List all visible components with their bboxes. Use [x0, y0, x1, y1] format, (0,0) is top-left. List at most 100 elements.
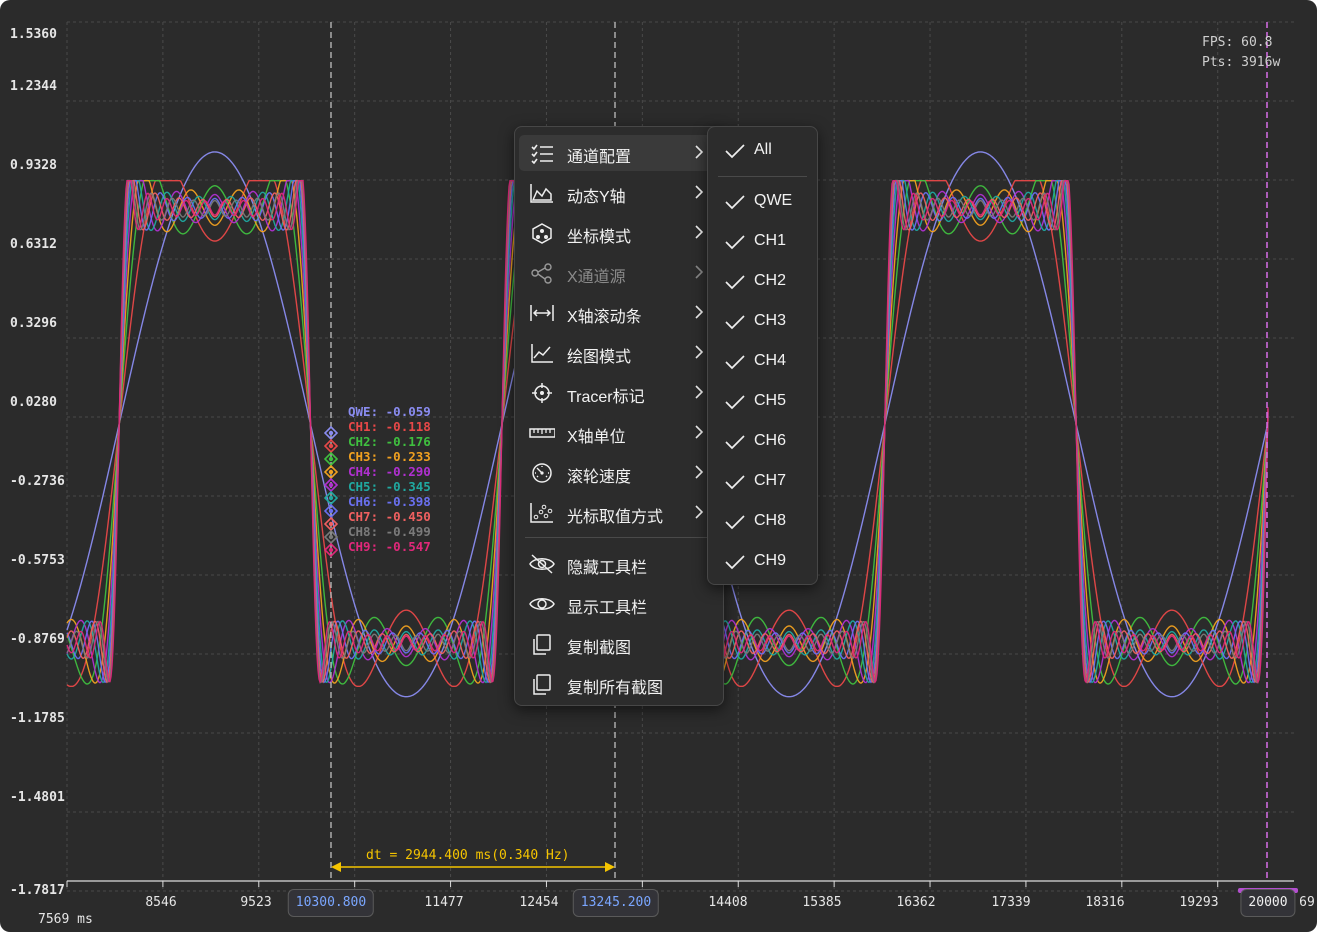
x-end-marker-label[interactable]: 20000	[1240, 889, 1296, 917]
dt-arrow-left-head	[331, 862, 341, 872]
y-tick-label: -0.8769	[10, 632, 65, 647]
tracer-channel-name: CH6	[348, 494, 371, 509]
tracer-separator: :	[370, 494, 386, 509]
channel-option-all[interactable]: All	[712, 133, 813, 169]
menu-item-6[interactable]: Tracer标记	[519, 375, 719, 411]
menu-item-12[interactable]: 复制截图	[519, 626, 719, 662]
tracer-row: CH7: -0.450	[348, 509, 431, 524]
tracer-dot-ch6	[328, 508, 334, 514]
context-menu: 通道配置动态Y轴坐标模式 X通道源 X轴滚动条绘图模式 Tracer标记 X轴单位滚轮速…	[514, 126, 724, 706]
y-tick-label: -1.4801	[10, 790, 65, 805]
channel-option-label: CH4	[754, 352, 787, 369]
tracer-value: -0.233	[385, 449, 431, 464]
tracer-row: QWE: -0.059	[348, 404, 431, 419]
tracer-value: -0.118	[385, 419, 431, 434]
menu-item-0[interactable]: 通道配置	[519, 135, 719, 171]
y-tick-label: 0.9328	[10, 157, 57, 173]
x-tick-label: 18316	[1085, 895, 1125, 910]
menu-item-label: 坐标模式	[567, 229, 632, 246]
menu-item-1[interactable]: 动态Y轴	[519, 175, 719, 211]
checkmark-icon	[724, 553, 746, 571]
chevron-right-icon	[693, 503, 705, 521]
menu-item-label: X轴滚动条	[567, 309, 642, 326]
tracer-separator: :	[370, 419, 386, 434]
cursor-a-label[interactable]: 10300.800	[287, 889, 375, 917]
x-tick-label: 19293	[1179, 895, 1219, 910]
x-tick-label: 17339	[991, 895, 1031, 910]
y-tick-label: -1.7817	[10, 883, 65, 898]
channel-option-ch6[interactable]: CH6	[712, 424, 813, 460]
tracer-channel-name: CH2	[348, 434, 371, 449]
channel-option-qwe[interactable]: QWE	[712, 184, 813, 220]
channel-option-label: CH9	[754, 552, 787, 569]
area-chart-icon	[529, 182, 555, 204]
x-tick-label: 12454	[519, 895, 559, 910]
tracer-value: -0.059	[385, 404, 431, 419]
tracer-dot-ch5	[328, 495, 334, 501]
menu-item-2[interactable]: 坐标模式	[519, 215, 719, 251]
channel-option-ch8[interactable]: CH8	[712, 504, 813, 540]
checkmark-icon	[724, 393, 746, 411]
cursor-b-label[interactable]: 13245.200	[572, 889, 660, 917]
channel-option-label: CH7	[754, 472, 787, 489]
menu-item-11[interactable]: 显示工具栏	[519, 586, 719, 622]
tracer-channel-name: CH1	[348, 419, 371, 434]
channel-option-ch5[interactable]: CH5	[712, 384, 813, 420]
menu-item-7[interactable]: X轴单位	[519, 415, 719, 451]
checkmark-icon	[724, 313, 746, 331]
copy-all-icon	[529, 673, 555, 695]
tracer-row: CH1: -0.118	[348, 419, 431, 434]
copy-icon	[529, 633, 555, 655]
checkmark-icon	[724, 142, 746, 160]
tracer-dot-ch7	[328, 521, 334, 527]
chevron-right-icon	[693, 263, 705, 281]
channel-option-ch4[interactable]: CH4	[712, 344, 813, 380]
menu-item-label: 隐藏工具栏	[567, 560, 648, 577]
y-tick-label: 1.5360	[10, 27, 57, 42]
tracer-value: -0.398	[385, 494, 431, 509]
menu-item-label: Tracer标记	[567, 389, 645, 406]
menu-item-4[interactable]: X轴滚动条	[519, 295, 719, 331]
chevron-right-icon	[693, 463, 705, 481]
channel-submenu: All QWE CH1 CH2 CH3 CH4 CH5 CH6 CH7 CH8 CH9	[707, 126, 818, 585]
tracer-dot-ch4	[328, 482, 334, 488]
checkmark-icon	[724, 233, 746, 251]
channel-option-label: CH6	[754, 432, 787, 449]
tracer-dot-ch3	[328, 469, 334, 475]
menu-item-label: 显示工具栏	[567, 600, 648, 617]
menu-item-9[interactable]: 光标取值方式	[519, 495, 719, 531]
menu-item-5[interactable]: 绘图模式	[519, 335, 719, 371]
tracer-separator: :	[370, 404, 386, 419]
y-tick-label: -0.2736	[10, 473, 65, 489]
tracer-row: CH2: -0.176	[348, 434, 431, 449]
channel-option-label: CH3	[754, 312, 787, 329]
channel-option-ch3[interactable]: CH3	[712, 304, 813, 340]
menu-item-8[interactable]: 滚轮速度	[519, 455, 719, 491]
channel-option-ch1[interactable]: CH1	[712, 224, 813, 260]
coordinate-icon	[529, 222, 555, 244]
tracer-channel-name: CH5	[348, 479, 371, 494]
channel-option-label: QWE	[754, 192, 793, 209]
tracer-dot-ch2	[328, 456, 334, 462]
y-tick-label: 0.0280	[10, 394, 57, 410]
menu-item-10[interactable]: 隐藏工具栏	[519, 546, 719, 582]
channel-option-label: CH1	[754, 232, 787, 249]
checkmark-icon	[724, 513, 746, 531]
submenu-separator	[718, 176, 807, 177]
tracer-separator: :	[370, 509, 386, 524]
eye-icon	[529, 593, 555, 615]
channel-option-label: CH2	[754, 272, 787, 289]
x-tick-label: 11477	[424, 895, 464, 910]
channel-option-ch7[interactable]: CH7	[712, 464, 813, 500]
menu-item-label: 绘图模式	[567, 349, 632, 366]
chevron-right-icon	[693, 423, 705, 441]
x-tick-label: 14408	[708, 895, 748, 910]
tracer-row: CH8: -0.499	[348, 524, 431, 539]
channel-option-ch2[interactable]: CH2	[712, 264, 813, 300]
chevron-right-icon	[693, 143, 705, 161]
channel-option-ch9[interactable]: CH9	[712, 544, 813, 580]
menu-item-13[interactable]: 复制所有截图	[519, 666, 719, 702]
menu-item-label: 动态Y轴	[567, 189, 626, 206]
menu-item-3: X通道源	[519, 255, 719, 291]
chevron-right-icon	[693, 383, 705, 401]
